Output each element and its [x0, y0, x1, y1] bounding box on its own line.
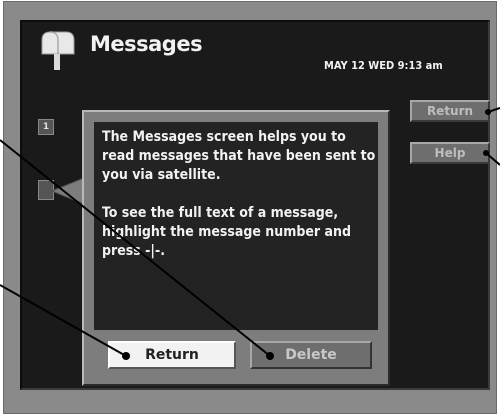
date-time: MAY 12 WED 9:13 am [324, 59, 443, 72]
help-paragraph-2: To see the full text of a message, highl… [102, 205, 352, 259]
page-title: Messages [90, 32, 203, 56]
help-button[interactable]: Help [410, 142, 490, 164]
message-number-item[interactable]: 1 [38, 119, 54, 135]
return-button[interactable]: Return [410, 100, 490, 122]
pointer-arrow-icon [50, 177, 85, 205]
help-paragraph-1: The Messages screen helps you to read me… [102, 129, 376, 183]
help-text-box: The Messages screen helps you to read me… [94, 122, 378, 330]
panel-delete-button[interactable]: Delete [250, 341, 372, 369]
mailbox-icon [41, 31, 75, 70]
panel-return-button[interactable]: Return [108, 341, 236, 369]
